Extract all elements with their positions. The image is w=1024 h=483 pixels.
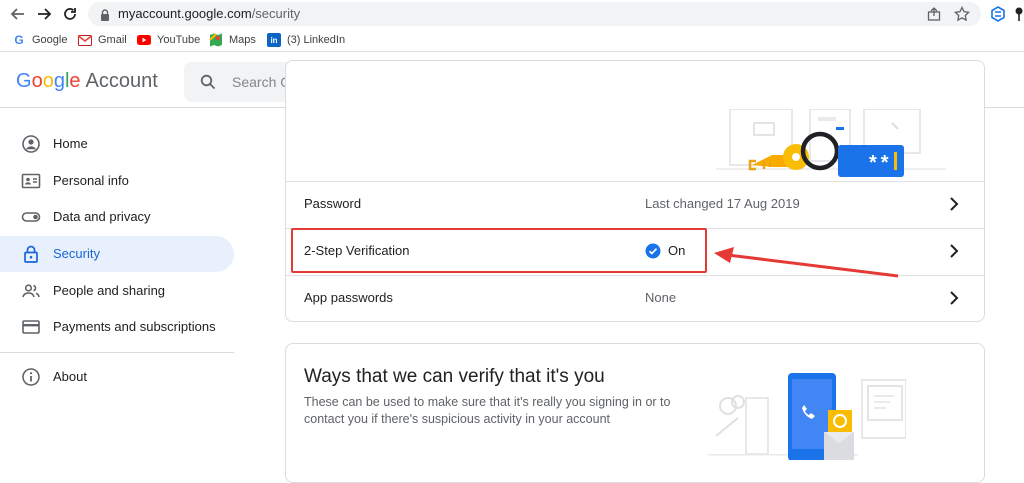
sidebar-item-payments[interactable]: Payments and subscriptions xyxy=(0,309,234,345)
people-icon xyxy=(21,281,41,301)
sidebar-item-data-privacy[interactable]: Data and privacy xyxy=(0,199,234,235)
password-last-changed: Last changed 17 Aug 2019 xyxy=(645,196,800,211)
gmail-icon xyxy=(78,33,92,47)
bookmark-gmail[interactable]: Gmail xyxy=(78,32,127,48)
app-passwords-label: App passwords xyxy=(304,290,393,305)
toggle-icon xyxy=(21,207,41,227)
youtube-icon xyxy=(137,33,151,47)
sidebar-item-home[interactable]: Home xyxy=(0,126,234,162)
pin-icon[interactable] xyxy=(1014,6,1024,22)
sidebar-item-label: Personal info xyxy=(53,173,129,188)
sidebar-nav: Home Personal info Data and privacy Secu… xyxy=(0,108,240,472)
logo-suffix: Account xyxy=(85,70,158,92)
sidebar-item-security[interactable]: Security xyxy=(0,236,234,272)
bookmark-label: (3) LinkedIn xyxy=(287,34,346,46)
forward-arrow-icon[interactable] xyxy=(34,4,54,24)
url-text[interactable]: myaccount.google.com/security xyxy=(118,6,300,21)
google-wordmark: Google xyxy=(16,70,81,92)
lock-icon xyxy=(21,244,41,264)
search-icon[interactable] xyxy=(200,74,216,95)
sidebar-item-label: People and sharing xyxy=(53,283,166,298)
password-mask-text: ** xyxy=(869,152,893,174)
share-icon[interactable] xyxy=(926,6,942,22)
ways-to-verify-card: Ways that we can verify that it's you Th… xyxy=(285,343,985,483)
bookmark-label: Google xyxy=(32,34,68,46)
verify-section-title: Ways that we can verify that it's you xyxy=(304,366,605,387)
bookmark-maps[interactable]: Maps xyxy=(209,32,256,48)
url-path: /security xyxy=(251,6,301,21)
bookmark-label: Gmail xyxy=(98,34,127,46)
password-label: Password xyxy=(304,196,362,211)
chevron-right-icon[interactable] xyxy=(946,195,962,218)
reload-icon[interactable] xyxy=(60,4,80,24)
linkedin-icon: in xyxy=(267,33,281,47)
padlock-icon[interactable] xyxy=(100,8,110,26)
sidebar-item-personal-info[interactable]: Personal info xyxy=(0,163,234,199)
password-row[interactable]: Password Last changed 17 Aug 2019 xyxy=(286,181,984,228)
bookmark-label: Maps xyxy=(229,34,256,46)
chevron-right-icon[interactable] xyxy=(946,242,962,265)
url-host: myaccount.google.com xyxy=(118,6,252,21)
sidebar-item-about[interactable]: About xyxy=(0,359,234,395)
sidebar-item-label: Data and privacy xyxy=(53,209,151,224)
verify-phone-illustration xyxy=(708,373,906,460)
card-icon xyxy=(21,317,41,337)
info-icon xyxy=(21,367,41,387)
sidebar-item-label: About xyxy=(53,369,87,384)
maps-icon xyxy=(209,33,223,47)
bookmark-star-icon[interactable] xyxy=(953,5,971,22)
sidebar-item-label: Home xyxy=(53,136,88,151)
google-icon: G xyxy=(14,33,24,47)
annotation-highlight-box xyxy=(291,228,707,273)
password-key-illustration xyxy=(716,109,946,177)
sidebar-item-label: Payments and subscriptions xyxy=(53,319,216,334)
sidebar-item-label: Security xyxy=(53,246,100,261)
browser-toolbar: myaccount.google.com/security xyxy=(0,0,1024,28)
bookmarks-bar: G Google Gmail YouTube Maps in (3) Linke… xyxy=(0,28,1024,52)
back-arrow-icon[interactable] xyxy=(8,4,28,24)
bookmark-linkedin[interactable]: in (3) LinkedIn xyxy=(267,32,345,48)
id-card-icon xyxy=(21,171,41,191)
extension-icon[interactable] xyxy=(990,6,1006,22)
bookmark-label: YouTube xyxy=(157,34,201,46)
bookmark-youtube[interactable]: YouTube xyxy=(137,32,200,48)
sidebar-divider xyxy=(0,352,234,353)
bookmark-google[interactable]: G Google xyxy=(12,32,67,48)
home-icon xyxy=(21,134,41,154)
annotation-arrow xyxy=(714,247,899,278)
address-bar[interactable]: myaccount.google.com/security xyxy=(88,2,981,26)
verify-section-description: These can be used to make sure that it's… xyxy=(304,395,671,426)
google-account-logo[interactable]: Google Account xyxy=(16,70,158,93)
sidebar-item-people-sharing[interactable]: People and sharing xyxy=(0,273,234,309)
chevron-right-icon[interactable] xyxy=(946,289,962,312)
app-passwords-value: None xyxy=(645,290,677,305)
